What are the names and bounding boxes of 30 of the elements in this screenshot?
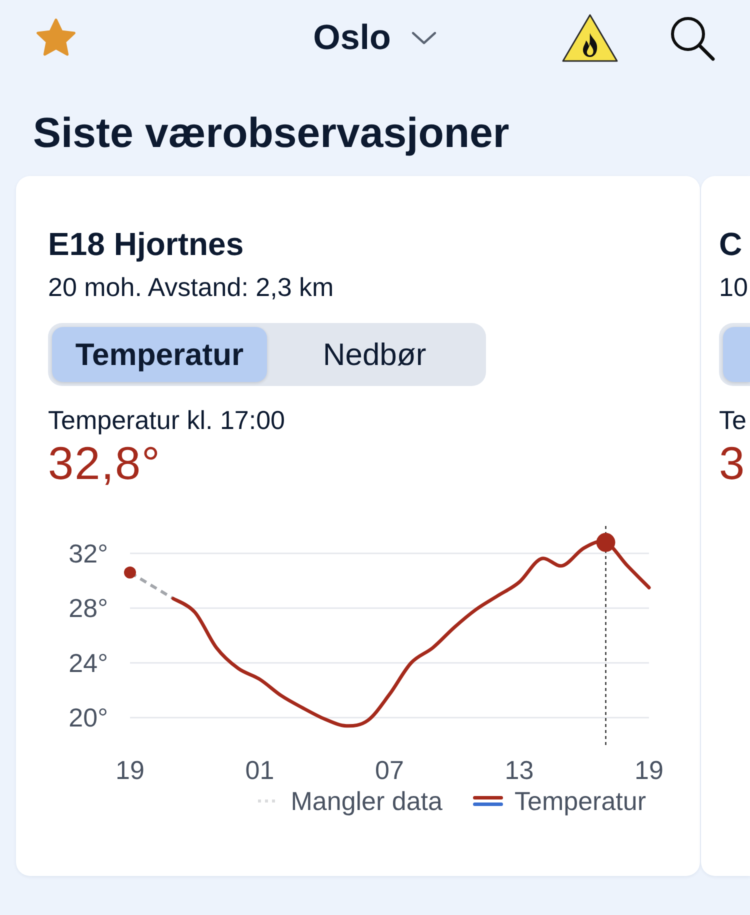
station-name: C bbox=[719, 225, 742, 263]
star-icon[interactable] bbox=[35, 18, 77, 58]
reading-label: Te bbox=[719, 404, 746, 436]
reading-label: Temperatur kl. 17:00 bbox=[48, 404, 286, 436]
tab[interactable]: Nedbør bbox=[267, 327, 482, 382]
y-axis-label: 32° bbox=[68, 538, 108, 568]
station-details: 10 bbox=[719, 271, 748, 303]
legend-label: Temperatur bbox=[514, 785, 646, 817]
tab[interactable]: Temperatur bbox=[52, 327, 267, 382]
x-axis-label: 13 bbox=[504, 755, 534, 785]
y-axis-label: 20° bbox=[68, 702, 108, 733]
y-axis-label: 28° bbox=[68, 593, 108, 624]
chevron-down-icon bbox=[410, 30, 437, 44]
reading-value: 32,8° bbox=[48, 437, 161, 489]
location-dropdown[interactable]: Oslo bbox=[313, 16, 437, 58]
line-icon bbox=[472, 796, 502, 806]
x-axis-label: 01 bbox=[245, 755, 274, 785]
data-point-marker bbox=[124, 566, 136, 579]
page-heading: Siste værobservasjoner bbox=[33, 108, 510, 158]
fire-warning-icon[interactable] bbox=[561, 12, 619, 62]
selected-point-marker bbox=[596, 532, 616, 552]
search-icon[interactable] bbox=[669, 14, 715, 60]
y-axis-label: 24° bbox=[68, 648, 108, 678]
station-name: E18 Hjortnes bbox=[48, 225, 244, 263]
reading-value: 3 bbox=[719, 437, 746, 489]
legend-label: Mangler data bbox=[290, 785, 442, 817]
x-axis-label: 07 bbox=[375, 755, 404, 785]
station-details: 20 moh. Avstand: 2,3 km bbox=[48, 271, 334, 303]
x-axis-label: 19 bbox=[116, 755, 144, 785]
x-axis-label: 19 bbox=[634, 755, 664, 785]
